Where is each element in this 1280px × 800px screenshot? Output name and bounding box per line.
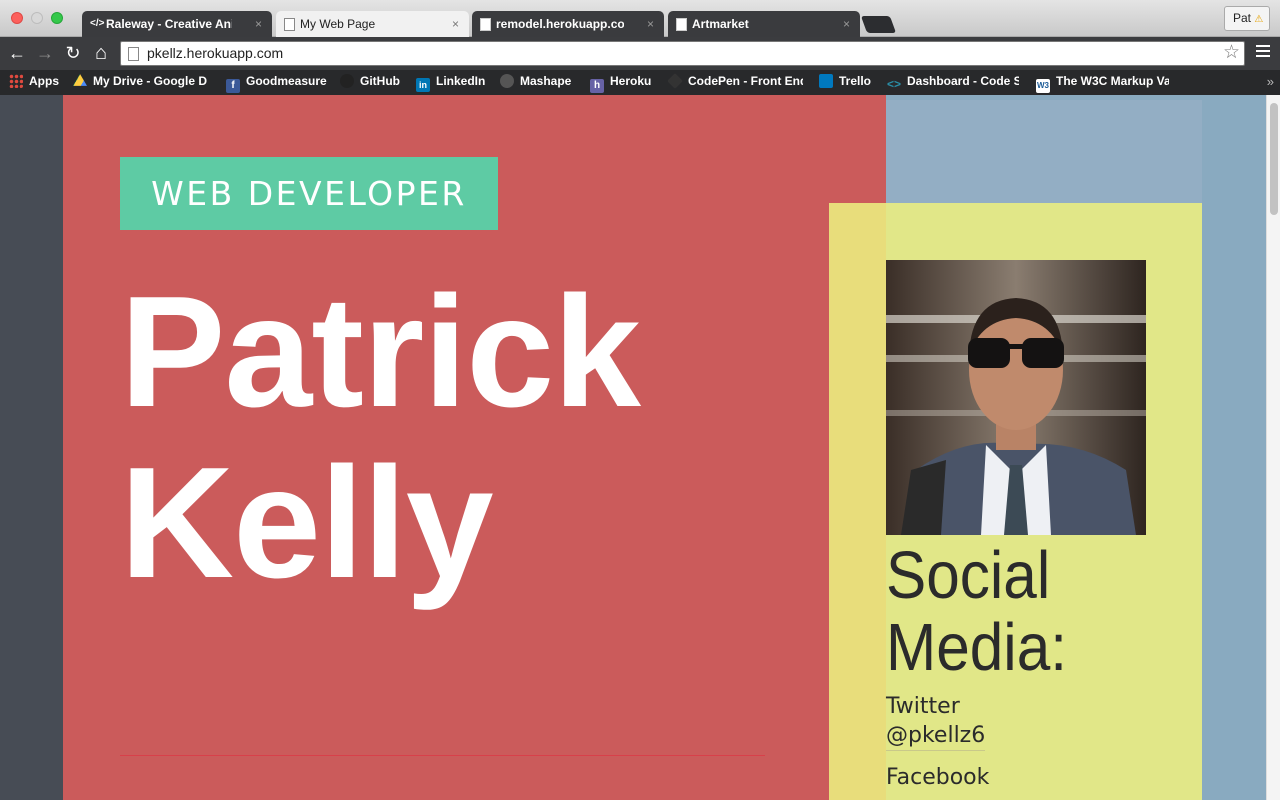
bookmark-label: Apps	[29, 74, 59, 88]
bookmark-label: Heroku	[610, 74, 652, 88]
browser-tab-strip: </> Raleway - Creative Animat × My Web P…	[0, 0, 1280, 37]
window-close-button[interactable]	[11, 12, 23, 24]
job-title-tag: WEB DEVELOPER	[120, 157, 498, 230]
forward-arrow-icon: →	[36, 43, 54, 63]
bookmark-codepen[interactable]: CodePen - Front End	[668, 70, 803, 95]
profile-button[interactable]: Pat ⚠	[1224, 6, 1270, 31]
new-tab-button[interactable]	[860, 16, 897, 33]
github-icon	[340, 74, 354, 88]
address-bar[interactable]: pkellz.herokuapp.com ☆	[120, 41, 1245, 66]
close-icon[interactable]: ×	[452, 11, 459, 37]
apps-grid-icon	[9, 74, 23, 88]
bookmark-apps[interactable]: Apps	[9, 70, 59, 95]
profile-photo-image	[886, 260, 1146, 535]
bookmark-label: CodePen - Front End	[688, 74, 803, 88]
code-school-icon: <>	[887, 77, 902, 91]
bookmark-w3c-validator[interactable]: W3 The W3C Markup Va	[1036, 70, 1169, 95]
bookmark-label: Goodmeasure	[246, 74, 327, 88]
back-button[interactable]: ←	[6, 41, 28, 65]
hero-name: Patrick Kelly	[120, 264, 641, 611]
hamburger-icon-line	[1256, 55, 1270, 57]
profile-photo	[886, 260, 1146, 535]
page-icon	[480, 18, 491, 31]
social-heading-line: Media:	[886, 610, 1067, 685]
forward-button[interactable]: →	[34, 41, 56, 65]
hamburger-icon	[1256, 45, 1270, 47]
bookmark-label: Dashboard - Code S	[907, 74, 1019, 88]
scrollbar-thumb[interactable]	[1270, 103, 1278, 215]
bookmark-trello[interactable]: Trello	[819, 70, 871, 95]
profile-label: Pat	[1233, 11, 1252, 25]
last-name: Kelly	[120, 435, 494, 611]
bookmark-github[interactable]: GitHub	[340, 70, 400, 95]
page-viewport: WEB DEVELOPER Patrick Kelly Social Media…	[0, 95, 1266, 800]
window-zoom-button[interactable]	[51, 12, 63, 24]
bookmark-label: GitHub	[360, 74, 400, 88]
twitter-handle-link[interactable]: @pkellz6	[886, 721, 986, 751]
code-icon: </>	[90, 18, 105, 29]
browser-toolbar: ← → ↻ ⌂ pkellz.herokuapp.com ☆	[0, 37, 1280, 70]
bookmark-label: Trello	[839, 74, 872, 88]
bookmark-dashboard-code-school[interactable]: <> Dashboard - Code S	[887, 70, 1019, 95]
facebook-icon: f	[226, 79, 240, 93]
bookmark-star-icon[interactable]: ☆	[1223, 42, 1240, 64]
home-icon: ⌂	[94, 42, 108, 64]
w3c-icon: W3	[1036, 79, 1050, 93]
tab-remodel[interactable]: remodel.herokuapp.com/pr ×	[472, 11, 664, 37]
social-media-heading: Social Media:	[886, 540, 1067, 684]
reload-icon: ↻	[65, 43, 81, 63]
bookmark-linkedin[interactable]: in LinkedIn	[416, 70, 485, 95]
bookmark-label: Mashape	[520, 74, 572, 88]
bookmark-mashape[interactable]: Mashape	[500, 70, 571, 95]
bookmarks-bar: Apps My Drive - Google D f Goodmeasure Gi…	[0, 70, 1280, 95]
trello-icon	[819, 74, 833, 88]
page-icon	[676, 18, 687, 31]
tab-label: Artmarket	[692, 17, 749, 31]
tab-my-web-page[interactable]: My Web Page ×	[276, 11, 469, 37]
bookmarks-overflow-icon[interactable]: »	[1267, 70, 1274, 94]
tab-label: Raleway - Creative Animat	[106, 17, 232, 31]
bookmark-heroku[interactable]: h Heroku	[590, 70, 651, 95]
hero-divider	[120, 755, 765, 756]
bookmark-label: The W3C Markup Va	[1056, 74, 1169, 88]
linkedin-icon: in	[416, 78, 430, 92]
hero-panel: WEB DEVELOPER Patrick Kelly	[63, 95, 886, 800]
bookmark-goodmeasure[interactable]: f Goodmeasure	[226, 70, 327, 95]
tab-artmarket[interactable]: Artmarket ×	[668, 11, 860, 37]
social-item-facebook: Facebook	[886, 763, 989, 792]
window-minimize-button[interactable]	[31, 12, 43, 24]
warning-icon: ⚠	[1254, 14, 1264, 25]
page-scrollbar[interactable]	[1266, 95, 1280, 800]
bookmark-my-drive[interactable]: My Drive - Google D	[73, 70, 208, 95]
reload-button[interactable]: ↻	[62, 41, 84, 65]
close-icon[interactable]: ×	[647, 11, 654, 37]
first-name: Patrick	[120, 264, 641, 440]
tab-raleway[interactable]: </> Raleway - Creative Animat ×	[82, 11, 272, 37]
close-icon[interactable]: ×	[843, 11, 850, 37]
hamburger-icon-line	[1256, 50, 1270, 52]
bookmark-label: LinkedIn	[436, 74, 486, 88]
social-heading-line: Social	[886, 538, 1051, 613]
heroku-icon: h	[590, 79, 604, 93]
social-network-name: Facebook	[886, 765, 990, 790]
back-arrow-icon: ←	[8, 43, 26, 63]
chrome-menu-button[interactable]	[1256, 45, 1270, 61]
mashape-icon	[500, 74, 514, 88]
home-button[interactable]: ⌂	[90, 41, 112, 65]
codepen-icon	[668, 73, 683, 89]
social-network-name: Twitter	[886, 694, 960, 719]
social-links-list: Twitter @pkellz6 Facebook	[886, 692, 989, 800]
google-drive-icon	[73, 74, 87, 86]
bookmark-label: My Drive - Google D	[93, 74, 208, 88]
tab-label: My Web Page	[300, 17, 376, 31]
tab-label: remodel.herokuapp.com/pr	[496, 17, 624, 31]
url-text[interactable]: pkellz.herokuapp.com	[147, 42, 283, 65]
page-icon	[284, 18, 295, 31]
close-icon[interactable]: ×	[255, 11, 262, 37]
page-icon	[128, 47, 139, 61]
social-item-twitter: Twitter @pkellz6	[886, 692, 989, 751]
